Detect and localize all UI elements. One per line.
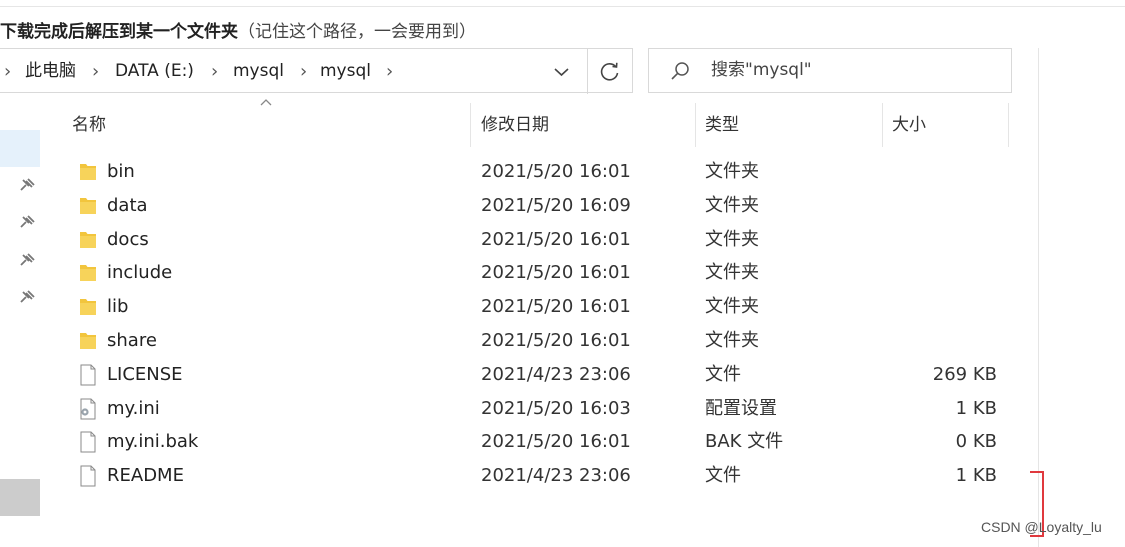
file-type: 文件 — [705, 363, 741, 385]
instruction-bold: 下载完成后解压到某一个文件夹 — [0, 22, 238, 42]
file-type: BAK 文件 — [705, 431, 784, 453]
file-modified-date: 2021/5/20 16:01 — [481, 330, 631, 351]
pin-icon[interactable] — [18, 252, 36, 270]
folder-icon — [80, 231, 96, 248]
address-bar[interactable]: › 此电脑 › DATA (E:) › mysql › mysql › — [0, 48, 633, 94]
file-icon — [80, 431, 96, 453]
breadcrumb-chevron-icon[interactable]: › — [300, 49, 307, 94]
pin-icon[interactable] — [18, 177, 36, 195]
file-row[interactable]: docs 2021/5/20 16:01 文件夹 — [72, 223, 1012, 257]
column-header-size[interactable]: 大小 — [892, 103, 1002, 147]
breadcrumb-drive[interactable]: DATA (E:) — [115, 49, 194, 94]
file-row[interactable]: LICENSE 2021/4/23 23:06 文件 269 KB — [72, 358, 1012, 392]
file-type: 配置设置 — [705, 397, 777, 419]
file-name: docs — [107, 228, 149, 250]
address-history-chevron-down-icon[interactable] — [545, 49, 578, 94]
file-type: 文件 — [705, 465, 741, 487]
file-name: my.ini — [107, 397, 160, 419]
folder-icon — [80, 265, 96, 282]
breadcrumb-chevron-icon[interactable]: › — [211, 49, 218, 94]
breadcrumb-root-chevron-icon[interactable]: › — [4, 49, 11, 94]
file-name: bin — [107, 161, 135, 182]
column-header-type[interactable]: 类型 — [705, 103, 880, 147]
refresh-button[interactable] — [587, 49, 632, 94]
file-modified-date: 2021/5/20 16:01 — [481, 262, 631, 284]
file-modified-date: 2021/5/20 16:03 — [481, 397, 631, 419]
folder-icon — [80, 333, 96, 349]
file-type: 文件夹 — [705, 330, 759, 351]
file-type: 文件夹 — [705, 194, 759, 216]
file-type: 文件夹 — [705, 161, 759, 182]
file-name: my.ini.bak — [107, 431, 199, 453]
folder-icon — [80, 164, 96, 180]
window-top-edge — [0, 0, 1125, 7]
breadcrumb-chevron-icon[interactable]: › — [92, 49, 99, 94]
refresh-icon — [600, 62, 619, 81]
file-modified-date: 2021/5/20 16:01 — [481, 296, 631, 318]
search-input[interactable] — [711, 49, 991, 92]
column-header-date[interactable]: 修改日期 — [481, 103, 691, 147]
column-divider[interactable] — [882, 103, 883, 147]
file-modified-date: 2021/5/20 16:01 — [481, 228, 631, 250]
breadcrumb-this-pc[interactable]: 此电脑 — [25, 49, 76, 94]
column-divider[interactable] — [1008, 103, 1009, 147]
file-type: 文件夹 — [705, 296, 759, 318]
breadcrumb-mysql-parent[interactable]: mysql — [233, 49, 284, 94]
file-modified-date: 2021/5/20 16:01 — [481, 431, 631, 453]
column-header-name[interactable]: 名称 — [72, 103, 468, 147]
file-row[interactable]: data 2021/5/20 16:09 文件夹 — [72, 189, 1012, 223]
file-row[interactable]: bin 2021/5/20 16:01 文件夹 — [72, 155, 1012, 189]
column-divider[interactable] — [695, 103, 696, 147]
file-type: 文件夹 — [705, 228, 759, 250]
file-modified-date: 2021/4/23 23:06 — [481, 465, 631, 487]
file-size: 269 KB — [932, 363, 997, 385]
file-name: data — [107, 194, 148, 216]
file-row[interactable]: include 2021/5/20 16:01 文件夹 — [72, 256, 1012, 290]
file-size: 1 KB — [955, 465, 997, 487]
file-modified-date: 2021/5/20 16:09 — [481, 194, 631, 216]
settings-file-icon — [80, 398, 96, 420]
file-row[interactable]: my.ini 2021/5/20 16:03 配置设置 1 KB — [72, 392, 1012, 426]
file-name: share — [107, 330, 157, 351]
instruction-note: 下载完成后解压到某一个文件夹（记住这个路径，一会要用到） — [0, 19, 476, 45]
file-icon — [80, 465, 96, 487]
breadcrumb-chevron-icon[interactable]: › — [386, 49, 393, 94]
file-name: include — [107, 262, 173, 284]
file-icon — [80, 364, 96, 386]
file-size: 0 KB — [955, 431, 997, 453]
search-box[interactable] — [648, 48, 1012, 93]
watermark: CSDN @Loyalty_lu — [981, 519, 1102, 535]
breadcrumb-mysql-current[interactable]: mysql — [320, 49, 371, 94]
nav-scroll-thumb[interactable] — [0, 479, 40, 516]
file-type: 文件夹 — [705, 262, 759, 284]
file-name: LICENSE — [107, 363, 183, 385]
search-icon — [671, 62, 689, 80]
file-name: README — [107, 465, 184, 487]
file-row[interactable]: lib 2021/5/20 16:01 文件夹 — [72, 290, 1012, 324]
column-divider[interactable] — [470, 103, 471, 147]
folder-icon — [80, 197, 96, 214]
instruction-hint: （记住这个路径，一会要用到） — [238, 22, 476, 42]
nav-selected-item[interactable] — [0, 130, 40, 167]
file-modified-date: 2021/4/23 23:06 — [481, 363, 631, 385]
pin-icon[interactable] — [18, 289, 36, 307]
file-size: 1 KB — [955, 397, 997, 419]
file-name: lib — [107, 296, 129, 318]
pin-icon[interactable] — [18, 214, 36, 232]
file-row[interactable]: my.ini.bak 2021/5/20 16:01 BAK 文件 0 KB — [72, 425, 1012, 459]
file-modified-date: 2021/5/20 16:01 — [481, 161, 631, 182]
folder-icon — [80, 299, 96, 316]
file-row[interactable]: README 2021/4/23 23:06 文件 1 KB — [72, 459, 1012, 493]
file-row[interactable]: share 2021/5/20 16:01 文件夹 — [72, 324, 1012, 358]
